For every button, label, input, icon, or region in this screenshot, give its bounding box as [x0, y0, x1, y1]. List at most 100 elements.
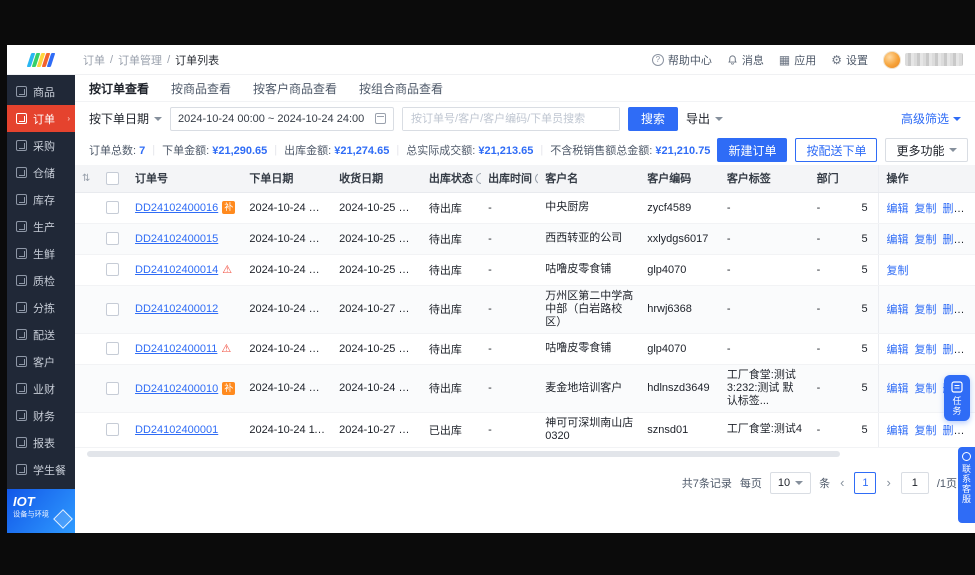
row-checkbox[interactable]: [106, 423, 120, 436]
row-checkbox[interactable]: [106, 201, 120, 214]
order-number-link[interactable]: DD24102400014: [135, 264, 218, 276]
apps-button[interactable]: ▦ 应用: [779, 52, 816, 68]
copy-link[interactable]: 复制: [914, 425, 936, 437]
tab-by-customer-product[interactable]: 按客户商品查看: [253, 80, 337, 97]
info-icon: i: [475, 173, 482, 185]
scrollbar-thumb[interactable]: [87, 450, 840, 457]
row-checkbox[interactable]: [106, 381, 120, 395]
breadcrumb-item[interactable]: 订单: [83, 52, 105, 68]
delete-link[interactable]: 删除: [942, 425, 964, 437]
customer-service-button[interactable]: 联系客服: [958, 447, 975, 523]
date-type-select[interactable]: 按下单日期: [89, 110, 163, 127]
more-functions-button[interactable]: 更多功能: [885, 138, 969, 162]
col-header-outbound-status[interactable]: 出库状态i: [421, 165, 482, 193]
copy-link[interactable]: 复制: [914, 304, 936, 316]
prev-page-button[interactable]: ‹: [838, 475, 846, 490]
sidebar-item-fresh[interactable]: 生鲜: [7, 240, 75, 267]
delete-link[interactable]: 删除: [942, 234, 964, 246]
copy-link[interactable]: 复制: [914, 234, 936, 246]
sidebar-item-purchase[interactable]: 采购: [7, 132, 75, 159]
sidebar-item-quality[interactable]: 质检: [7, 267, 75, 294]
col-header-receive-date[interactable]: 收货日期: [332, 165, 422, 193]
sidebar-item-warehouse[interactable]: 仓储: [7, 159, 75, 186]
messages-button[interactable]: 消息: [727, 52, 764, 68]
col-header-customer-code[interactable]: 客户编码: [640, 165, 720, 193]
expand-columns-icon[interactable]: ⇅: [82, 173, 90, 184]
col-header-department[interactable]: 部门: [809, 165, 855, 193]
tab-by-combo-product[interactable]: 按组合商品查看: [359, 80, 443, 97]
cell-department: -: [809, 285, 855, 334]
breadcrumb-item[interactable]: 订单管理: [118, 52, 162, 68]
sidebar-item-inventory[interactable]: 库存: [7, 186, 75, 213]
edit-link[interactable]: 编辑: [886, 203, 908, 215]
cell-order-date: 2024-10-24 15:23: [242, 223, 333, 255]
edit-link[interactable]: 编辑: [886, 383, 908, 395]
edit-link[interactable]: 编辑: [886, 425, 908, 437]
copy-link[interactable]: 复制: [914, 203, 936, 215]
order-number-link[interactable]: DD24102400012: [135, 303, 218, 315]
sidebar-item-delivery[interactable]: 配送: [7, 321, 75, 348]
edit-link[interactable]: 编辑: [886, 234, 908, 246]
page-number-button[interactable]: 1: [854, 471, 877, 494]
task-floating-button[interactable]: 任务: [944, 375, 970, 421]
search-input[interactable]: [403, 107, 620, 130]
fresh-icon: [16, 248, 27, 259]
sidebar-item-reports[interactable]: 报表: [7, 429, 75, 456]
sidebar-item-label: 库存: [33, 194, 55, 207]
col-header-count: [854, 165, 879, 193]
page-jump-input[interactable]: 1: [900, 471, 929, 494]
order-number-link[interactable]: DD24102400001: [135, 424, 218, 436]
search-button[interactable]: 搜索: [628, 106, 679, 131]
delete-link[interactable]: 删除: [942, 203, 964, 215]
tab-by-product[interactable]: 按商品查看: [171, 80, 231, 97]
tab-by-order[interactable]: 按订单查看: [89, 80, 149, 97]
order-number-link[interactable]: DD24102400015: [135, 233, 218, 245]
next-page-button[interactable]: ›: [884, 475, 892, 490]
sidebar-item-customers[interactable]: 客户: [7, 348, 75, 375]
sidebar-item-orders[interactable]: 订单 ›: [7, 105, 75, 132]
new-order-button[interactable]: 新建订单: [717, 138, 788, 162]
select-all-checkbox[interactable]: [106, 171, 120, 185]
brand-logo[interactable]: [7, 45, 75, 74]
row-checkbox[interactable]: [106, 342, 120, 355]
date-range-picker[interactable]: 2024-10-24 00:00 ~ 2024-10-24 24:00: [170, 106, 395, 131]
sidebar-item-production[interactable]: 生产: [7, 213, 75, 240]
col-header-order-no[interactable]: 订单号: [128, 165, 243, 193]
delete-link[interactable]: 删除: [942, 344, 964, 356]
help-label: 帮助中心: [667, 54, 712, 67]
row-checkbox[interactable]: [106, 263, 120, 276]
col-header-order-date[interactable]: 下单日期: [242, 165, 333, 193]
export-dropdown[interactable]: 导出: [686, 110, 724, 127]
order-by-delivery-button[interactable]: 按配送下单: [795, 138, 878, 162]
sidebar-item-sorting[interactable]: 分拣: [7, 294, 75, 321]
horizontal-scrollbar[interactable]: [77, 450, 973, 458]
copy-link[interactable]: 复制: [886, 265, 908, 277]
col-header-customer-tag[interactable]: 客户标签: [719, 165, 810, 193]
sidebar-item-label: 报表: [33, 437, 55, 450]
advanced-filter-toggle[interactable]: 高级筛选: [901, 110, 961, 127]
sidebar-item-finance[interactable]: 财务: [7, 402, 75, 429]
copy-link[interactable]: 复制: [914, 344, 936, 356]
col-header-outbound-time[interactable]: 出库时间i: [481, 165, 539, 193]
sidebar-item-goods[interactable]: 商品: [7, 78, 75, 105]
user-menu[interactable]: [883, 50, 963, 69]
breadcrumb-sep: /: [110, 53, 114, 66]
order-number-link[interactable]: DD24102400016: [135, 202, 218, 214]
settings-button[interactable]: ⚙ 设置: [831, 52, 868, 68]
help-center-button[interactable]: ? 帮助中心: [651, 52, 712, 68]
sidebar-item-studentmeal[interactable]: 学生餐: [7, 456, 75, 483]
table-row: DD24102400011 ⚠ 2024-10-24 14:21 2024-10-…: [75, 333, 975, 365]
edit-link[interactable]: 编辑: [886, 344, 908, 356]
col-header-customer[interactable]: 客户名: [538, 165, 641, 193]
order-number-link[interactable]: DD24102400010: [135, 383, 218, 395]
copy-link[interactable]: 复制: [914, 383, 936, 395]
iot-banner[interactable]: IOT 设备与环境: [7, 489, 75, 533]
row-checkbox[interactable]: [106, 302, 120, 316]
edit-link[interactable]: 编辑: [886, 304, 908, 316]
chevron-right-icon: ›: [67, 114, 70, 123]
page-size-select[interactable]: 10: [769, 471, 812, 494]
order-number-link[interactable]: DD24102400011: [135, 343, 217, 355]
row-checkbox[interactable]: [106, 232, 120, 245]
delete-link[interactable]: 删除: [942, 304, 964, 316]
sidebar-item-bizfinance[interactable]: 业财: [7, 375, 75, 402]
